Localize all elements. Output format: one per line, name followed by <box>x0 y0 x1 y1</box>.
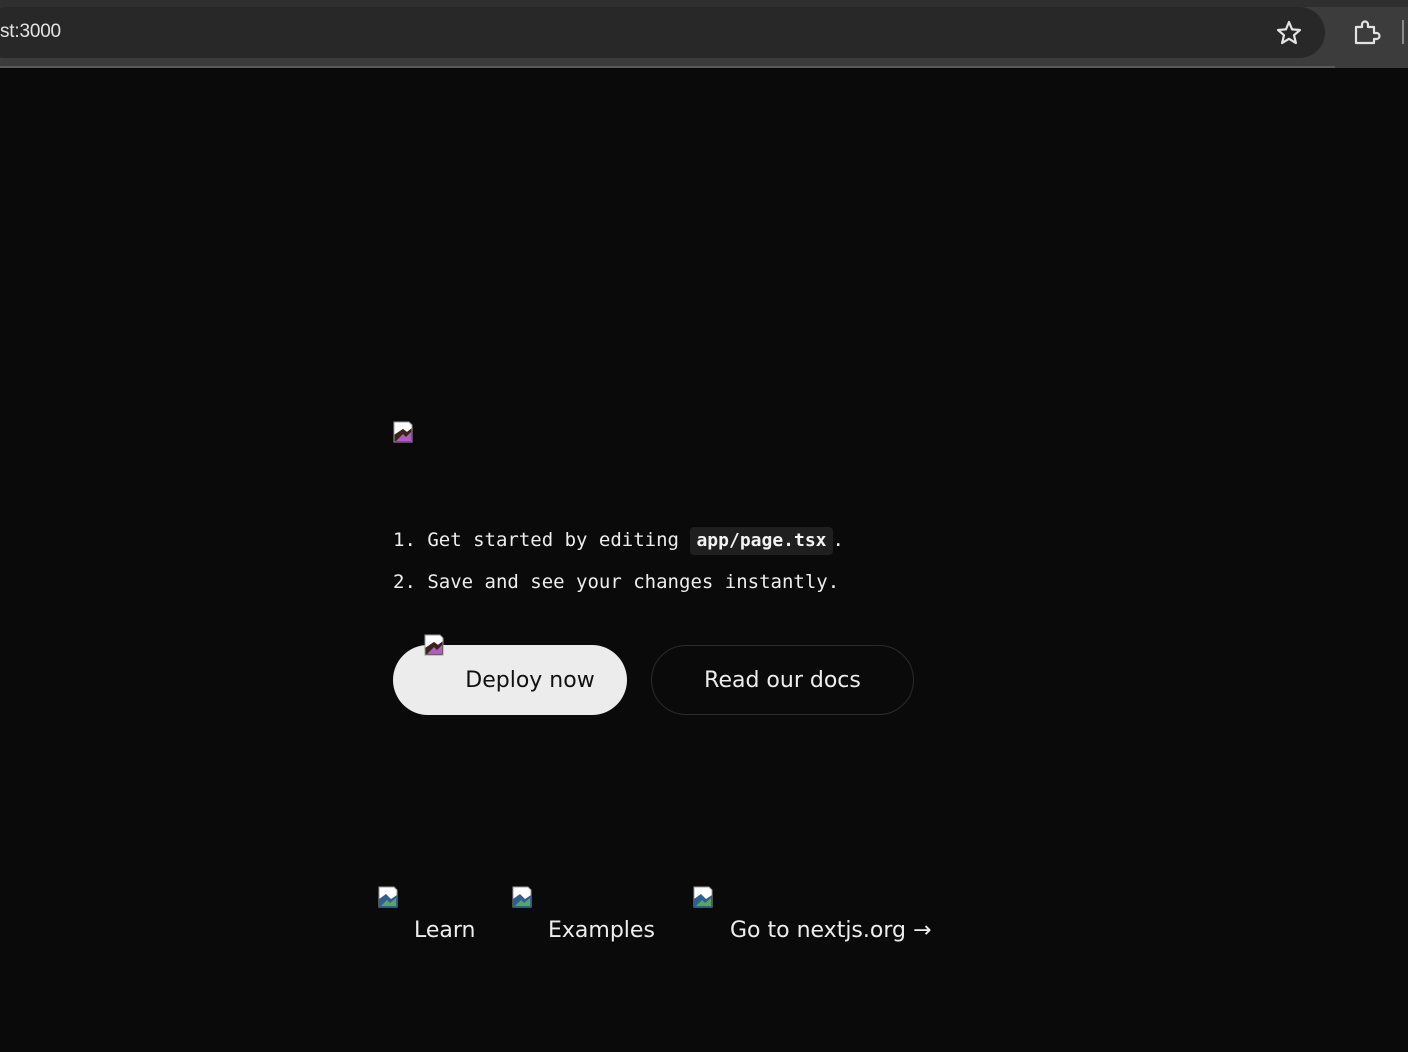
step-number: 2. <box>393 571 416 593</box>
examples-link[interactable]: Examples <box>548 914 655 948</box>
browser-top-strip <box>0 0 1408 7</box>
instruction-step-2: 2. Save and see your changes instantly. <box>393 568 844 610</box>
file-broken-image-icon <box>378 885 402 909</box>
nextjs-logo-broken-image-icon <box>393 420 417 444</box>
step-text: Save and see your changes instantly. <box>427 571 840 593</box>
vercel-logo-broken-image-icon <box>424 633 448 657</box>
browser-chrome: st:3000 <box>0 0 1408 68</box>
instruction-step-1: 1. Get started by editing app/page.tsx. <box>393 526 844 568</box>
address-text[interactable]: st:3000 <box>0 21 61 43</box>
extensions-puzzle-icon[interactable] <box>1350 15 1384 49</box>
step-period: . <box>832 529 844 551</box>
globe-broken-image-icon <box>693 885 717 909</box>
code-filename: app/page.tsx <box>690 527 833 555</box>
nextjs-org-link[interactable]: Go to nextjs.org → <box>730 914 931 948</box>
docs-button-label: Read our docs <box>704 667 861 693</box>
step-number: 1. <box>393 529 416 551</box>
read-docs-button[interactable]: Read our docs <box>651 645 914 715</box>
bookmark-star-icon[interactable] <box>1272 17 1306 49</box>
instructions-list: 1. Get started by editing app/page.tsx. … <box>393 526 844 610</box>
window-broken-image-icon <box>512 885 536 909</box>
step-text: Get started by editing <box>427 529 680 551</box>
deploy-button-label: Deploy now <box>465 667 595 693</box>
toolbar-separator <box>1402 20 1404 44</box>
learn-link[interactable]: Learn <box>414 914 476 948</box>
address-bar[interactable] <box>0 7 1325 58</box>
